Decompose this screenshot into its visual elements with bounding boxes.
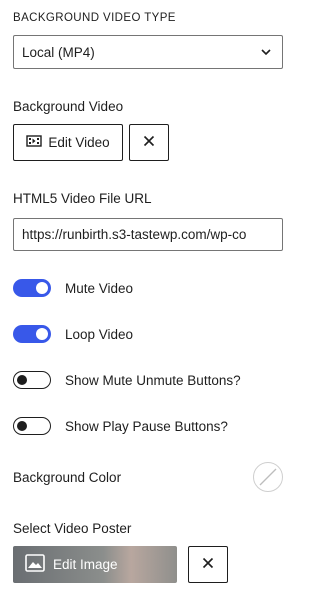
toggle-knob <box>17 374 27 385</box>
video-file-url-input[interactable]: https://runbirth.s3-tastewp.com/wp-co <box>13 218 283 251</box>
no-color-icon <box>259 468 277 486</box>
play-pause-row[interactable]: Show Play Pause Buttons? <box>13 417 228 435</box>
toggle-knob <box>36 328 48 340</box>
edit-video-button[interactable]: Edit Video <box>13 124 123 161</box>
toggle-knob <box>36 282 48 294</box>
loop-video-row[interactable]: Loop Video <box>13 325 133 343</box>
play-pause-toggle[interactable] <box>13 417 51 435</box>
video-type-select[interactable]: Local (MP4) <box>13 35 283 69</box>
play-pause-label: Show Play Pause Buttons? <box>65 418 228 434</box>
mute-video-label: Mute Video <box>65 280 134 296</box>
mute-buttons-row[interactable]: Show Mute Unmute Buttons? <box>13 371 241 389</box>
background-video-label: Background Video <box>13 99 124 114</box>
mute-video-toggle[interactable] <box>13 279 51 297</box>
remove-poster-button[interactable] <box>188 546 228 583</box>
edit-image-label: Edit Image <box>53 557 118 572</box>
edit-video-label: Edit Video <box>48 135 110 150</box>
close-icon <box>202 557 214 572</box>
toggle-knob <box>17 420 27 431</box>
image-icon <box>25 554 45 575</box>
video-type-selected-value: Local (MP4) <box>22 44 95 60</box>
close-icon <box>143 135 155 150</box>
file-url-label: HTML5 Video File URL <box>13 191 152 206</box>
background-color-label: Background Color <box>13 470 122 485</box>
mute-video-row[interactable]: Mute Video <box>13 279 133 297</box>
loop-video-label: Loop Video <box>65 326 134 342</box>
mute-buttons-toggle[interactable] <box>13 371 51 389</box>
section-title: BACKGROUND VIDEO TYPE <box>13 12 176 24</box>
edit-image-button[interactable]: Edit Image <box>13 546 177 583</box>
background-color-picker[interactable] <box>253 462 283 492</box>
chevron-down-icon <box>260 46 272 58</box>
video-poster-label: Select Video Poster <box>13 521 132 536</box>
mute-buttons-label: Show Mute Unmute Buttons? <box>65 372 241 388</box>
video-icon <box>26 134 43 151</box>
remove-video-button[interactable] <box>129 124 169 161</box>
loop-video-toggle[interactable] <box>13 325 51 343</box>
